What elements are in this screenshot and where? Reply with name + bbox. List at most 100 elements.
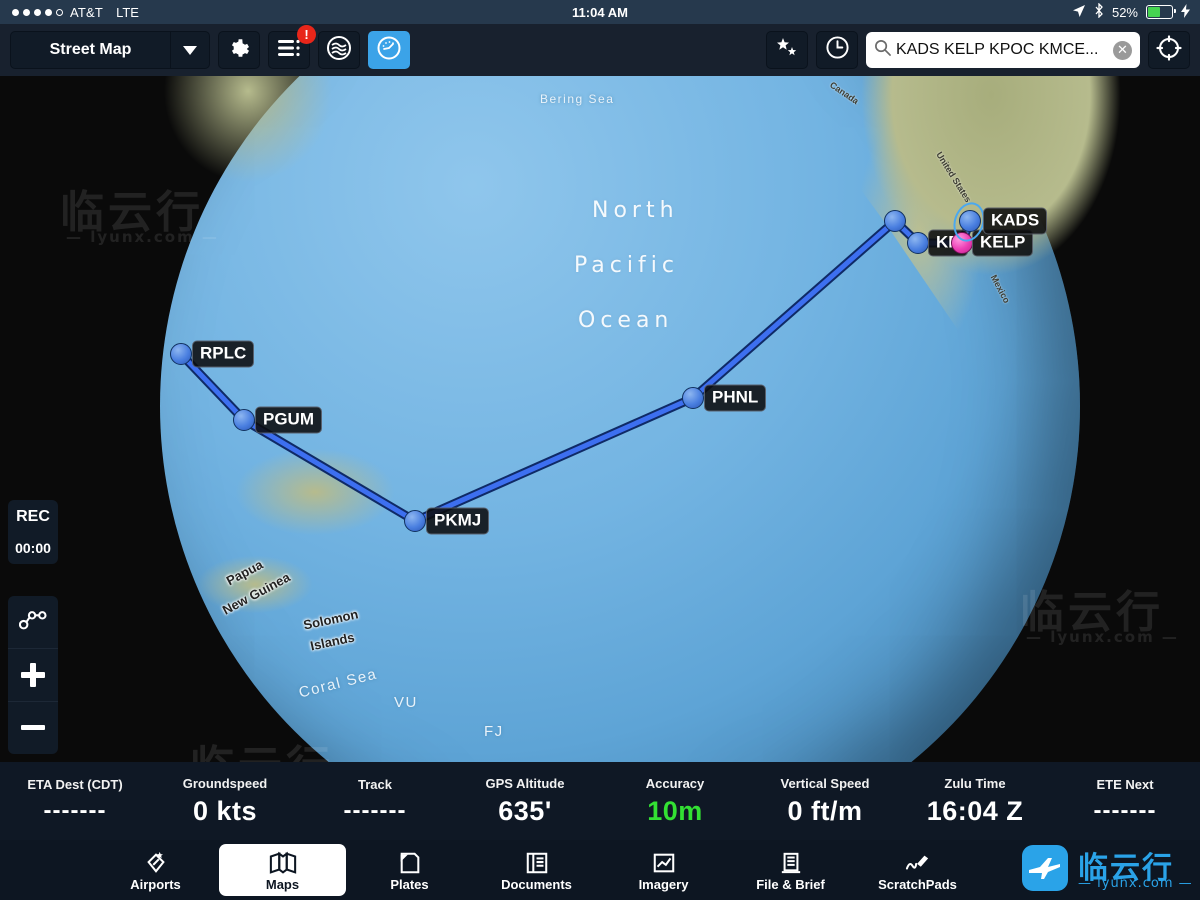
plate-page-icon bbox=[398, 849, 422, 875]
data-value: 16:04 Z bbox=[926, 795, 1024, 826]
tab-label: Documents bbox=[501, 876, 572, 892]
waypoint-marker-current[interactable] bbox=[959, 210, 981, 232]
gear-icon bbox=[228, 37, 250, 64]
record-label[interactable]: REC bbox=[8, 508, 58, 526]
center-on-location-button[interactable] bbox=[1148, 31, 1190, 69]
crosshair-target-icon bbox=[1156, 34, 1182, 66]
waypoint-marker[interactable] bbox=[233, 409, 255, 431]
data-value: 0 ft/m bbox=[787, 795, 863, 826]
clear-search-button[interactable]: ✕ bbox=[1113, 40, 1132, 60]
waypoint-label[interactable]: PKMJ bbox=[426, 507, 490, 535]
tab-label: Maps bbox=[265, 876, 300, 892]
waypoint-label[interactable]: PHNL bbox=[704, 384, 767, 412]
waypoint-label[interactable]: RPLC bbox=[192, 340, 255, 368]
map-zoom-controls[interactable] bbox=[8, 596, 58, 754]
map-canvas[interactable]: North Pacific Ocean Papua New Guinea Sol… bbox=[0, 76, 1200, 762]
data-cell-track[interactable]: Track ------- bbox=[300, 777, 450, 825]
tab-maps[interactable]: Maps bbox=[219, 844, 346, 896]
map-type-dropdown-button[interactable] bbox=[170, 31, 210, 69]
airplane-logo-icon bbox=[1022, 845, 1068, 891]
tab-label: File & Brief bbox=[756, 876, 825, 892]
radar-circle-icon bbox=[326, 35, 352, 66]
map-type-label[interactable]: Street Map bbox=[10, 31, 170, 69]
data-label: Vertical Speed bbox=[780, 775, 870, 791]
folded-map-icon bbox=[269, 849, 297, 875]
tab-plates[interactable]: Plates bbox=[346, 844, 473, 896]
app-root: AT&T LTE 11:04 AM 52% Street Map ! KADS … bbox=[0, 0, 1200, 900]
data-label: Zulu Time bbox=[944, 775, 1006, 791]
data-label: Track bbox=[358, 777, 392, 792]
top-toolbar: Street Map ! KADS KELP KPOC KMCE... ✕ bbox=[0, 24, 1200, 76]
data-label: ETA Dest (CDT) bbox=[27, 777, 123, 792]
battery-icon bbox=[1146, 5, 1176, 19]
recents-button[interactable] bbox=[816, 31, 858, 69]
layers-alert-badge: ! bbox=[297, 25, 316, 44]
waypoint-label[interactable]: PGUM bbox=[255, 406, 322, 434]
weather-overlay-button[interactable] bbox=[318, 31, 360, 69]
tab-imagery[interactable]: Imagery bbox=[600, 844, 727, 896]
data-cell-groundspeed[interactable]: Groundspeed 0 kts bbox=[150, 776, 300, 827]
waypoint-marker[interactable] bbox=[170, 343, 192, 365]
route-edit-button[interactable] bbox=[8, 596, 58, 649]
documents-icon bbox=[525, 849, 549, 875]
minus-icon bbox=[21, 716, 45, 740]
data-cell-gps-altitude[interactable]: GPS Altitude 635' bbox=[450, 776, 600, 827]
stars-icon bbox=[775, 37, 799, 64]
map-type-selector[interactable]: Street Map bbox=[10, 31, 210, 69]
waypoint-marker[interactable] bbox=[907, 232, 929, 254]
search-field[interactable]: KADS KELP KPOC KMCE... ✕ bbox=[866, 32, 1140, 68]
data-value: ------- bbox=[1093, 797, 1157, 824]
map-settings-button[interactable] bbox=[218, 31, 260, 69]
data-label: Groundspeed bbox=[182, 775, 268, 791]
record-timer: 00:00 bbox=[15, 540, 51, 556]
recorder-control[interactable]: REC 00:00 bbox=[8, 500, 58, 564]
clock-icon bbox=[825, 35, 850, 65]
zoom-in-button[interactable] bbox=[8, 649, 58, 702]
search-icon bbox=[874, 39, 891, 61]
airport-compass-icon bbox=[144, 849, 168, 875]
data-label: Accuracy bbox=[645, 775, 705, 791]
waypoint-marker[interactable] bbox=[884, 210, 906, 232]
instruments-button[interactable] bbox=[368, 31, 410, 69]
waypoint-label[interactable]: KADS bbox=[983, 207, 1048, 235]
gauge-icon bbox=[376, 35, 402, 66]
chart-image-icon bbox=[652, 849, 676, 875]
data-label: ETE Next bbox=[1096, 777, 1154, 792]
route-nodes-icon bbox=[18, 609, 47, 636]
tab-documents[interactable]: Documents bbox=[473, 844, 600, 896]
tab-label: ScratchPads bbox=[878, 876, 957, 892]
data-cell-vertical-speed[interactable]: Vertical Speed 0 ft/m bbox=[750, 776, 900, 827]
tab-label: Airports bbox=[130, 876, 181, 892]
watermark-url-logo: — lyunx.com — bbox=[1078, 876, 1193, 891]
route-line bbox=[176, 216, 975, 526]
tab-label: Plates bbox=[390, 876, 429, 892]
status-bar: AT&T LTE 11:04 AM 52% bbox=[0, 0, 1200, 24]
data-cell-accuracy[interactable]: Accuracy 10m bbox=[600, 776, 750, 827]
tab-file-brief[interactable]: File & Brief bbox=[727, 844, 854, 896]
waypoint-marker[interactable] bbox=[682, 387, 704, 409]
tab-scratchpads[interactable]: ScratchPads bbox=[854, 844, 981, 896]
zoom-out-button[interactable] bbox=[8, 702, 58, 754]
pen-scribble-icon bbox=[905, 849, 931, 875]
tab-label: Imagery bbox=[638, 876, 689, 892]
waypoint-marker[interactable] bbox=[404, 510, 426, 532]
bottom-tab-bar: Airports Maps Plates Documents Imagery F… bbox=[0, 840, 1200, 900]
status-clock: 11:04 AM bbox=[572, 4, 628, 20]
favorites-button[interactable] bbox=[766, 31, 808, 69]
map-layers-button[interactable]: ! bbox=[268, 25, 316, 69]
tab-airports[interactable]: Airports bbox=[92, 844, 219, 896]
search-input-value[interactable]: KADS KELP KPOC KMCE... bbox=[896, 41, 1108, 59]
layers-list-icon bbox=[277, 38, 301, 63]
data-value: 10m bbox=[647, 795, 703, 826]
data-value: 635' bbox=[498, 795, 552, 826]
brief-doc-icon bbox=[780, 849, 802, 875]
data-label: GPS Altitude bbox=[485, 775, 565, 791]
plus-icon bbox=[21, 663, 45, 687]
data-cell-zulu-time[interactable]: Zulu Time 16:04 Z bbox=[900, 776, 1050, 827]
chevron-down-icon bbox=[183, 45, 197, 55]
data-cell-ete-next[interactable]: ETE Next ------- bbox=[1050, 777, 1200, 825]
data-value: 0 kts bbox=[192, 795, 258, 826]
data-cell-eta-dest[interactable]: ETA Dest (CDT) ------- bbox=[0, 777, 150, 825]
data-value: ------- bbox=[343, 797, 407, 824]
instrument-data-bar: ETA Dest (CDT) ------- Groundspeed 0 kts… bbox=[0, 762, 1200, 840]
